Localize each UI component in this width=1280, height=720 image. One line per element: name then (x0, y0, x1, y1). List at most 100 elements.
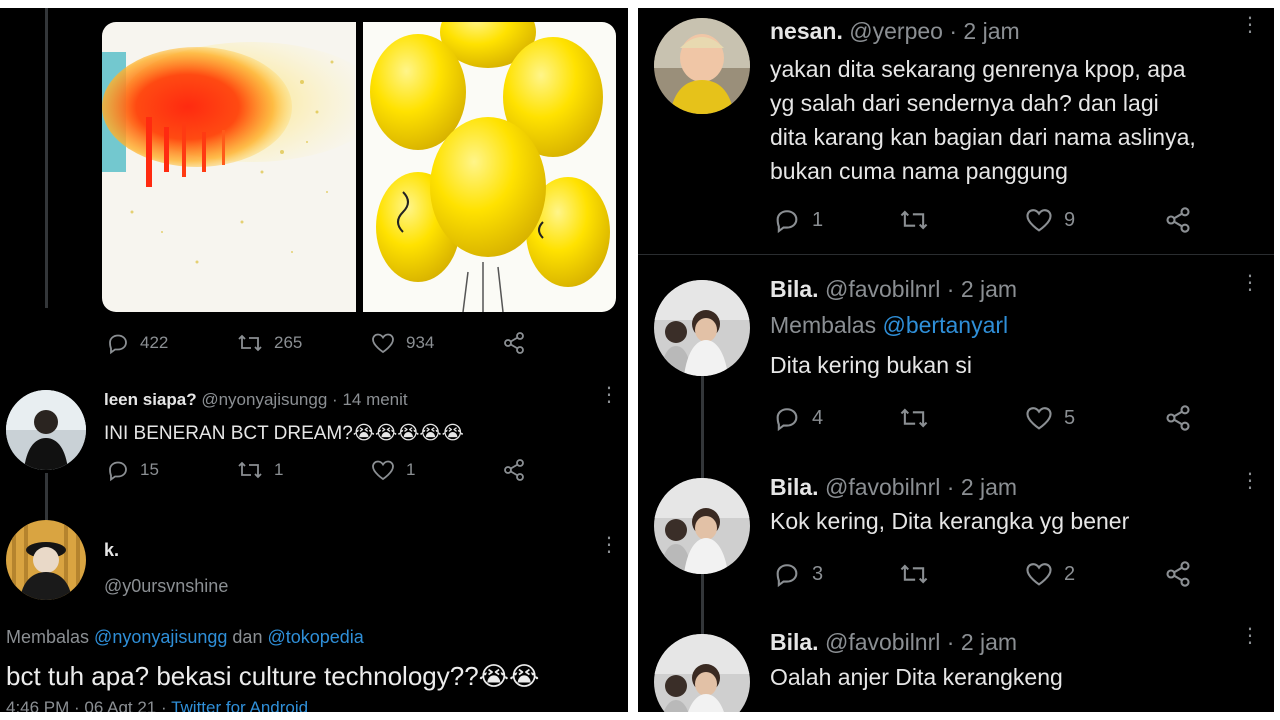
like-count: 934 (406, 333, 435, 352)
heart-icon (372, 460, 394, 481)
retweet-icon (900, 564, 928, 584)
more-options-icon[interactable]: ⋮ (1240, 626, 1260, 646)
timestamp: 2 jam (960, 474, 1018, 500)
retweet-action[interactable] (898, 560, 930, 588)
more-options-icon[interactable]: ⋮ (599, 385, 619, 405)
share-action[interactable] (502, 458, 526, 482)
tweet-text: Dita kering bukan si (770, 352, 972, 378)
reply-icon (776, 564, 798, 588)
reply-action[interactable]: 3 (772, 560, 823, 588)
more-options-icon[interactable]: ⋮ (1240, 273, 1260, 293)
like-count: 2 (1064, 562, 1076, 585)
display-name[interactable]: nesan. (770, 18, 843, 44)
retweet-action[interactable]: 265 (236, 331, 302, 355)
timestamp: 14 menit (342, 390, 408, 409)
timestamp: 2 jam (963, 18, 1020, 44)
mention-link[interactable]: @tokopedia (267, 627, 363, 647)
reply-count: 422 (140, 333, 169, 352)
heart-icon (1026, 407, 1052, 430)
share-icon (1166, 207, 1190, 233)
tweet-actions: 3 2 (772, 560, 1202, 588)
reply-action[interactable]: 4 (772, 404, 823, 432)
paint-splatter-image[interactable] (102, 22, 356, 312)
divider (638, 254, 1274, 255)
reply-action[interactable]: 422 (106, 331, 168, 355)
heart-icon (1026, 563, 1052, 586)
like-count: 5 (1064, 406, 1076, 429)
retweet-count: 1 (274, 460, 284, 479)
reply-action[interactable]: 15 (106, 458, 159, 482)
reply-icon (776, 408, 798, 432)
retweet-icon (238, 334, 262, 352)
tweet-header: nesan. @yerpeo · 2 jam (770, 18, 1020, 44)
display-name[interactable]: Bila. (770, 474, 819, 500)
like-action[interactable]: 5 (1024, 404, 1075, 432)
avatar[interactable] (6, 390, 86, 470)
thread-line (701, 574, 704, 636)
retweet-action[interactable] (898, 206, 930, 234)
timestamp: 2 jam (960, 276, 1018, 302)
tweet-footer: 4:46 PM · 06 Agt 21 · Twitter for Androi… (6, 698, 308, 712)
reply-text: INI BENERAN BCT DREAM?😭😭😭😭😭 (104, 423, 464, 444)
tweet-text: Oalah anjer Dita kerangkeng (770, 664, 1063, 690)
reply-count: 4 (812, 406, 824, 429)
share-action[interactable] (1164, 206, 1192, 234)
replying-to: Membalas @nyonyajisungg dan @tokopedia (6, 627, 364, 647)
user-handle[interactable]: @yerpeo (849, 18, 943, 44)
more-options-icon[interactable]: ⋮ (599, 535, 619, 555)
tweet-text: yakan dita sekarang genrenya kpop, apa y… (770, 56, 1196, 184)
tweet-header: Bila. @favobilnrl · 2 jam (770, 474, 1018, 500)
replying-to: Membalas @bertanyarl (770, 312, 1009, 338)
display-name[interactable]: Bila. (770, 276, 819, 302)
more-options-icon[interactable]: ⋮ (1240, 15, 1260, 35)
avatar[interactable] (654, 478, 750, 574)
reply-action[interactable]: 1 (772, 206, 823, 234)
retweet-action[interactable]: 1 (236, 458, 283, 482)
timestamp: 2 jam (960, 629, 1018, 655)
tweet-actions: 422 265 934 (106, 331, 526, 355)
more-options-icon[interactable]: ⋮ (1240, 471, 1260, 491)
display-name[interactable]: leen siapa? (104, 390, 197, 409)
left-screenshot-panel: 422 265 934 leen siapa? @nyonyajisungg ·… (0, 8, 628, 712)
retweet-icon (900, 408, 928, 428)
tweet-actions: 1 9 (772, 206, 1202, 234)
like-action[interactable]: 1 (370, 458, 415, 482)
retweet-icon (900, 210, 928, 230)
user-handle[interactable]: @favobilnrl (825, 276, 940, 302)
mention-link[interactable]: @bertanyarl (883, 312, 1009, 338)
reply-icon (109, 461, 127, 482)
share-icon (504, 459, 524, 481)
display-name[interactable]: Bila. (770, 629, 819, 655)
client-link[interactable]: Twitter for Android (171, 698, 308, 712)
user-handle[interactable]: @nyonyajisungg (201, 390, 327, 409)
thread-line (701, 376, 704, 478)
reply-icon (109, 334, 127, 355)
reply-actions: 15 1 1 (106, 458, 526, 482)
user-handle[interactable]: @favobilnrl (825, 629, 940, 655)
like-count: 9 (1064, 208, 1076, 231)
like-action[interactable]: 2 (1024, 560, 1075, 588)
heart-icon (1026, 209, 1052, 232)
avatar[interactable] (654, 18, 750, 114)
like-action[interactable]: 9 (1024, 206, 1075, 234)
like-action[interactable]: 934 (370, 331, 434, 355)
yellow-balloons-image[interactable] (362, 22, 616, 312)
share-icon (504, 332, 524, 354)
retweet-count: 265 (274, 333, 303, 352)
retweet-action[interactable] (898, 404, 930, 432)
avatar[interactable] (654, 280, 750, 376)
tweet-text: Kok kering, Dita kerangka yg bener (770, 508, 1130, 534)
share-action[interactable] (1164, 560, 1192, 588)
share-action[interactable] (502, 331, 526, 355)
avatar[interactable] (6, 520, 86, 600)
avatar[interactable] (654, 634, 750, 712)
reply-icon (776, 210, 798, 234)
right-screenshot-panel: nesan. @yerpeo · 2 jam ⋮ yakan dita seka… (638, 8, 1274, 712)
tweet-media[interactable] (102, 22, 616, 312)
share-action[interactable] (1164, 404, 1192, 432)
user-handle[interactable]: @favobilnrl (825, 474, 940, 500)
display-name[interactable]: k. (104, 540, 119, 561)
user-handle[interactable]: @y0ursvnshine (104, 576, 228, 597)
retweet-icon (238, 461, 262, 479)
mention-link[interactable]: @nyonyajisungg (94, 627, 227, 647)
